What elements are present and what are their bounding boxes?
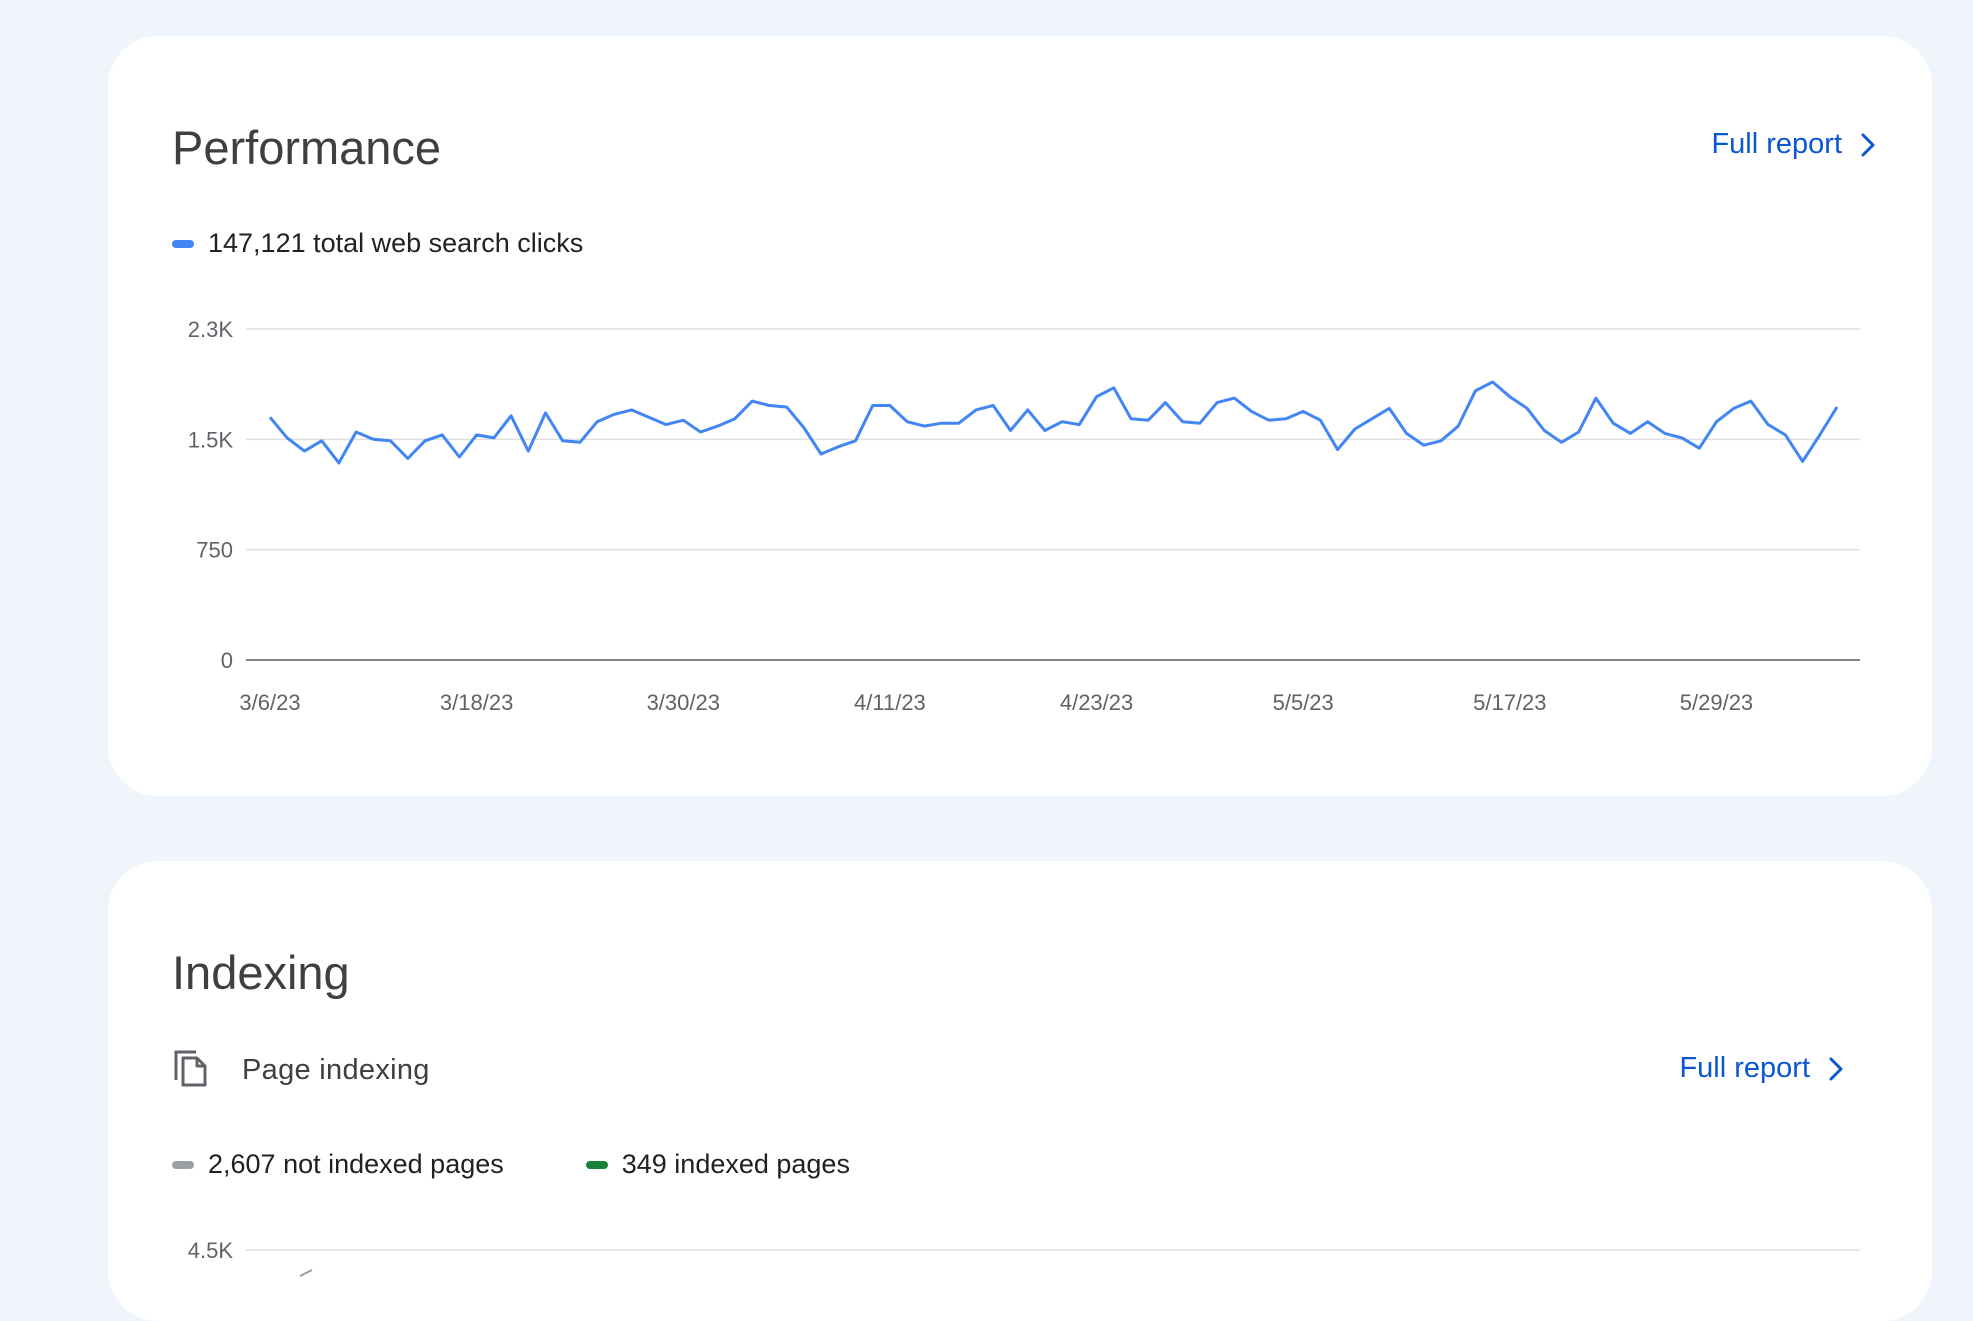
indexing-series-fragment: [299, 1269, 313, 1277]
indexing-y-tick-label: 4.5K: [188, 1238, 234, 1263]
indexing-chart-partial: 4.5K: [188, 1238, 1860, 1277]
